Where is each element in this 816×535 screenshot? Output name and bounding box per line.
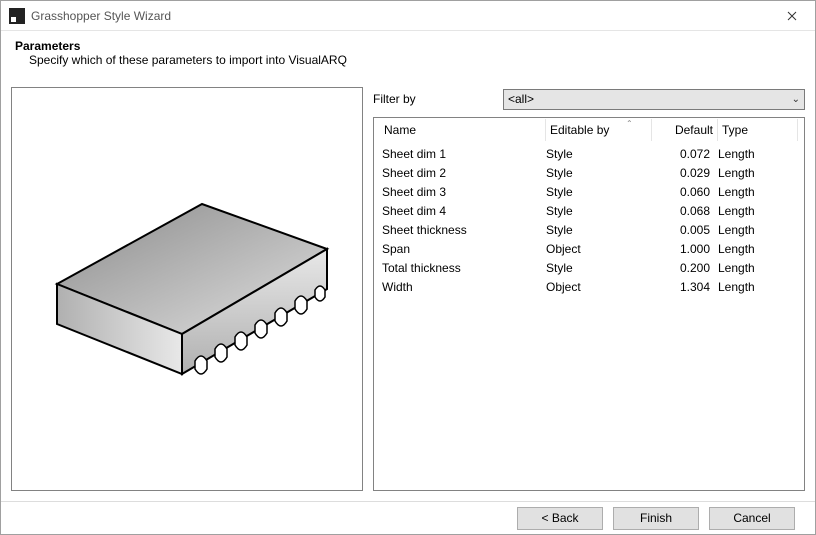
finish-button[interactable]: Finish (613, 507, 699, 530)
table-row[interactable]: Sheet dim 3Style0.060Length (380, 182, 798, 201)
page-title: Parameters (15, 39, 801, 53)
parameters-grid[interactable]: Name Editable by Default Type ⌃ Sheet di… (373, 117, 805, 491)
column-header-name[interactable]: Name (380, 119, 546, 141)
cell-name: Span (380, 242, 546, 256)
cell-default: 0.068 (652, 204, 718, 218)
cell-type: Length (718, 280, 798, 294)
cell-editable: Style (546, 204, 652, 218)
cell-default: 0.005 (652, 223, 718, 237)
cell-type: Length (718, 242, 798, 256)
grid-body: Sheet dim 1Style0.072LengthSheet dim 2St… (374, 142, 804, 490)
window-title: Grasshopper Style Wizard (31, 9, 769, 23)
cell-type: Length (718, 204, 798, 218)
table-row[interactable]: Sheet dim 2Style0.029Length (380, 163, 798, 182)
filter-row: Filter by <all> ⌄ (373, 87, 805, 111)
cell-default: 1.000 (652, 242, 718, 256)
table-row[interactable]: Sheet dim 1Style0.072Length (380, 144, 798, 163)
back-button[interactable]: < Back (517, 507, 603, 530)
sort-indicator-icon: ⌃ (626, 119, 633, 128)
cell-default: 0.200 (652, 261, 718, 275)
cell-type: Length (718, 223, 798, 237)
wizard-header: Parameters Specify which of these parame… (1, 31, 815, 77)
cell-editable: Style (546, 223, 652, 237)
cell-type: Length (718, 261, 798, 275)
table-row[interactable]: Total thicknessStyle0.200Length (380, 258, 798, 277)
cell-editable: Style (546, 166, 652, 180)
grid-header: Name Editable by Default Type ⌃ (374, 118, 804, 142)
cell-type: Length (718, 166, 798, 180)
filter-selected-value: <all> (508, 92, 534, 106)
column-header-default[interactable]: Default (652, 119, 718, 141)
cell-name: Sheet dim 3 (380, 185, 546, 199)
cell-type: Length (718, 185, 798, 199)
cell-editable: Style (546, 261, 652, 275)
page-description: Specify which of these parameters to imp… (15, 53, 801, 67)
wizard-footer: < Back Finish Cancel (1, 501, 815, 534)
table-row[interactable]: Sheet dim 4Style0.068Length (380, 201, 798, 220)
cell-name: Sheet dim 1 (380, 147, 546, 161)
titlebar: Grasshopper Style Wizard (1, 1, 815, 31)
app-icon (9, 8, 25, 24)
cell-default: 1.304 (652, 280, 718, 294)
cell-name: Sheet dim 2 (380, 166, 546, 180)
close-button[interactable] (769, 1, 815, 31)
cell-editable: Object (546, 242, 652, 256)
cell-name: Sheet thickness (380, 223, 546, 237)
table-row[interactable]: WidthObject1.304Length (380, 277, 798, 296)
column-header-editable[interactable]: Editable by (546, 119, 652, 141)
cancel-button[interactable]: Cancel (709, 507, 795, 530)
preview-panel (11, 87, 363, 491)
chevron-down-icon: ⌄ (792, 94, 800, 105)
wizard-body: Filter by <all> ⌄ Name Editable by Defau… (1, 77, 815, 501)
cell-default: 0.072 (652, 147, 718, 161)
parameters-panel: Filter by <all> ⌄ Name Editable by Defau… (373, 87, 805, 491)
filter-select[interactable]: <all> ⌄ (503, 89, 805, 110)
cell-default: 0.029 (652, 166, 718, 180)
cell-editable: Object (546, 280, 652, 294)
cell-editable: Style (546, 147, 652, 161)
cell-default: 0.060 (652, 185, 718, 199)
cell-name: Total thickness (380, 261, 546, 275)
close-icon (787, 11, 797, 21)
column-header-type[interactable]: Type (718, 119, 798, 141)
cell-type: Length (718, 147, 798, 161)
cell-name: Width (380, 280, 546, 294)
slab-preview-icon (27, 129, 347, 449)
table-row[interactable]: Sheet thicknessStyle0.005Length (380, 220, 798, 239)
filter-label: Filter by (373, 92, 503, 106)
table-row[interactable]: SpanObject1.000Length (380, 239, 798, 258)
cell-name: Sheet dim 4 (380, 204, 546, 218)
cell-editable: Style (546, 185, 652, 199)
